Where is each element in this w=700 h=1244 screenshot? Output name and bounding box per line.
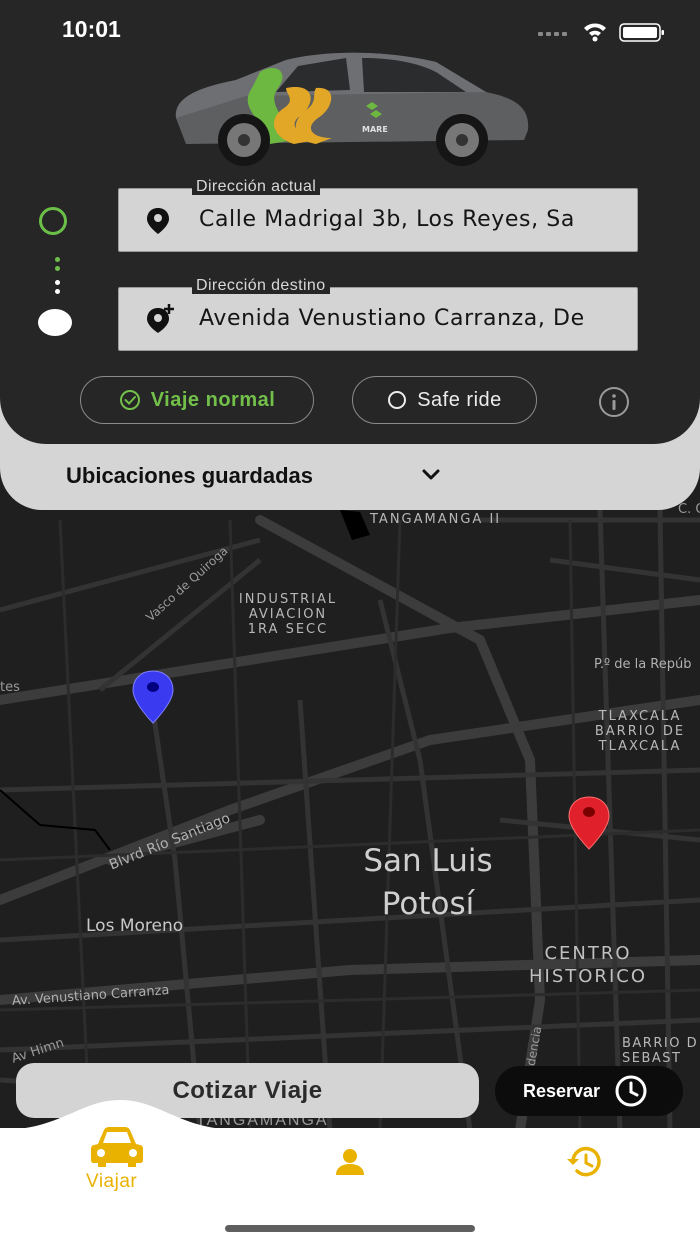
map-label-line: 1RA SECC: [247, 622, 329, 637]
map-label-tes: tes: [0, 680, 20, 695]
destination-pin-icon[interactable]: [567, 795, 611, 851]
check-circle-icon: [119, 390, 140, 410]
battery-icon: [619, 23, 664, 42]
destination-field[interactable]: Avenida Venustiano Carranza, De: [118, 287, 638, 351]
map-label-los-moreno: Los Moreno: [86, 916, 184, 936]
safe-ride-label: Safe ride: [417, 388, 502, 411]
map-label-line: INDUSTRIAL: [238, 592, 338, 607]
map-label-line: TLAXCALA: [598, 739, 682, 754]
route-dot: [55, 280, 60, 285]
map-label-industrial: INDUSTRIAL AVIACION 1RA SECC: [236, 592, 340, 637]
map-label-line: Potosí: [381, 886, 475, 922]
route-dot: [55, 257, 60, 262]
status-icons: [538, 23, 664, 42]
map-label-tlaxcala: TLAXCALA BARRIO DE TLAXCALA: [588, 709, 692, 754]
map-label-barrio: BARRIO D SEBAST: [622, 1036, 700, 1066]
history-tab-icon[interactable]: [565, 1145, 603, 1179]
car-illustration: MARE: [175, 52, 529, 166]
origin-field[interactable]: Calle Madrigal 3b, Los Reyes, Sa: [118, 188, 638, 252]
route-dot: [55, 289, 60, 294]
route-panel: 10:01 MARE Calle Madrigal 3b, Los Reyes,…: [0, 0, 700, 444]
destination-field-label: Dirección destino: [192, 278, 330, 294]
location-pin-icon: [147, 208, 169, 234]
add-location-icon: [147, 304, 174, 333]
wifi-icon: [584, 23, 606, 42]
map-label-line: TLAXCALA: [598, 709, 682, 724]
radio-circle-icon: [388, 391, 407, 409]
map-label-line: SEBAST: [622, 1051, 682, 1066]
map-label-city: San Luis Potosí: [330, 840, 526, 926]
info-icon[interactable]: [598, 386, 630, 418]
origin-input[interactable]: Calle Madrigal 3b, Los Reyes, Sa: [199, 189, 609, 251]
car-brand-text: MARE: [362, 125, 388, 134]
reserve-button[interactable]: Reservar: [495, 1066, 683, 1116]
map-label-line: San Luis: [363, 843, 493, 879]
origin-marker-icon: [39, 207, 67, 235]
map-label-line: AVIACION: [248, 607, 328, 622]
map-label-c-o: C. O: [678, 502, 700, 517]
map-label-centro: CENTRO HISTORICO: [512, 942, 664, 988]
origin-pin-icon[interactable]: [131, 669, 175, 725]
reserve-label: Reservar: [523, 1080, 601, 1101]
map-label-republica: P.º de la Repúb: [594, 657, 692, 672]
destination-marker-icon: [38, 309, 72, 336]
ride-normal-button[interactable]: Viaje normal: [80, 376, 314, 424]
signal-icon: [538, 32, 567, 36]
origin-field-label: Dirección actual: [192, 179, 321, 195]
clock-icon: [615, 1075, 647, 1107]
car-tab-icon[interactable]: [90, 1126, 144, 1168]
map-label-line: BARRIO DE: [594, 724, 686, 739]
safe-ride-button[interactable]: Safe ride: [352, 376, 537, 424]
status-time: 10:01: [62, 16, 121, 42]
chevron-down-icon[interactable]: [420, 464, 442, 486]
map-label-tangamanga: TANGAMANGA II: [370, 512, 502, 527]
map-label-line: BARRIO D: [622, 1036, 699, 1051]
profile-tab-icon[interactable]: [335, 1148, 365, 1176]
map-label-line: HISTORICO: [529, 966, 647, 987]
map-label-line: CENTRO: [544, 943, 632, 964]
saved-locations-label[interactable]: Ubicaciones guardadas: [66, 463, 313, 489]
home-indicator: [225, 1225, 475, 1232]
tab-travel-label[interactable]: Viajar: [86, 1171, 137, 1193]
ride-normal-label: Viaje normal: [150, 388, 276, 411]
destination-input[interactable]: Avenida Venustiano Carranza, De: [199, 288, 609, 350]
route-dot: [55, 266, 60, 271]
